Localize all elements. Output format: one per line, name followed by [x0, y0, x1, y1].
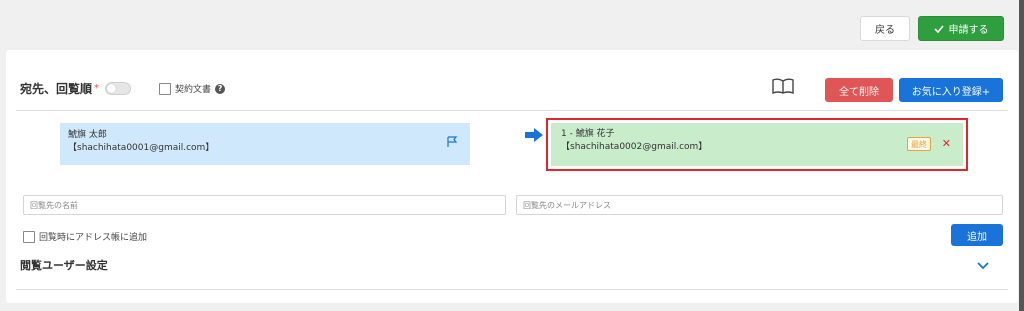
contract-checkbox-row[interactable]: 契約文書 ? [159, 82, 226, 95]
apply-button[interactable]: 申請する [918, 16, 1004, 41]
sender-card: 鯱旗 太郎 【shachihata0001@gmail.com】 [60, 123, 470, 165]
sender-email: 【shachihata0001@gmail.com】 [68, 143, 215, 153]
check-icon [933, 24, 944, 33]
arrow-right-icon [525, 128, 543, 142]
addrbook-label: 回覧時にアドレス帳に追加 [39, 233, 148, 243]
final-badge: 最終 [907, 137, 931, 151]
destination-title: 宛先、回覧順 [20, 82, 93, 96]
bottom-divider [16, 289, 1008, 290]
contract-checkbox[interactable] [159, 82, 172, 95]
help-icon[interactable]: ? [215, 83, 226, 94]
remove-icon[interactable]: ✕ [942, 137, 951, 151]
viewer-settings-title: 閲覧ユーザー設定 [20, 259, 108, 272]
back-button[interactable]: 戻る [860, 16, 910, 41]
recipient-highlight: 1 - 鯱旗 花子 【shachihata0002@gmail.com】 最終 … [546, 118, 968, 171]
scrollbar[interactable] [1019, 0, 1024, 311]
sender-name: 鯱旗 太郎 [68, 130, 107, 140]
recipient-card[interactable]: 1 - 鯱旗 花子 【shachihata0002@gmail.com】 最終 … [551, 123, 963, 166]
top-toolbar: 戻る 申請する [860, 16, 1004, 41]
required-mark: * [94, 83, 100, 94]
delete-all-button[interactable]: 全て削除 [825, 78, 893, 102]
flag-icon [447, 136, 458, 147]
recipient-email-input[interactable] [516, 195, 1003, 215]
addrbook-checkbox[interactable] [23, 230, 35, 243]
add-button[interactable]: 追加 [951, 224, 1003, 246]
book-icon[interactable] [772, 78, 794, 94]
addrbook-checkbox-row[interactable]: 回覧時にアドレス帳に追加 [23, 230, 147, 243]
destination-header: 宛先、回覧順 * 契約文書 ? [20, 80, 226, 97]
destination-panel: 宛先、回覧順 * 契約文書 ? 全て削除 お気に入り登録+ 鯱旗 太郎 【sha… [6, 50, 1018, 303]
contract-label: 契約文書 [175, 85, 212, 95]
chevron-down-icon[interactable] [977, 262, 989, 270]
favorite-register-button[interactable]: お気に入り登録+ [899, 78, 1003, 102]
recipient-email: 【shachihata0002@gmail.com】 [561, 142, 708, 152]
divider [16, 110, 1008, 111]
recipient-name-input[interactable] [23, 195, 506, 215]
recipient-name: 1 - 鯱旗 花子 [561, 129, 615, 139]
order-toggle[interactable] [105, 82, 132, 95]
apply-label: 申請する [948, 25, 989, 36]
